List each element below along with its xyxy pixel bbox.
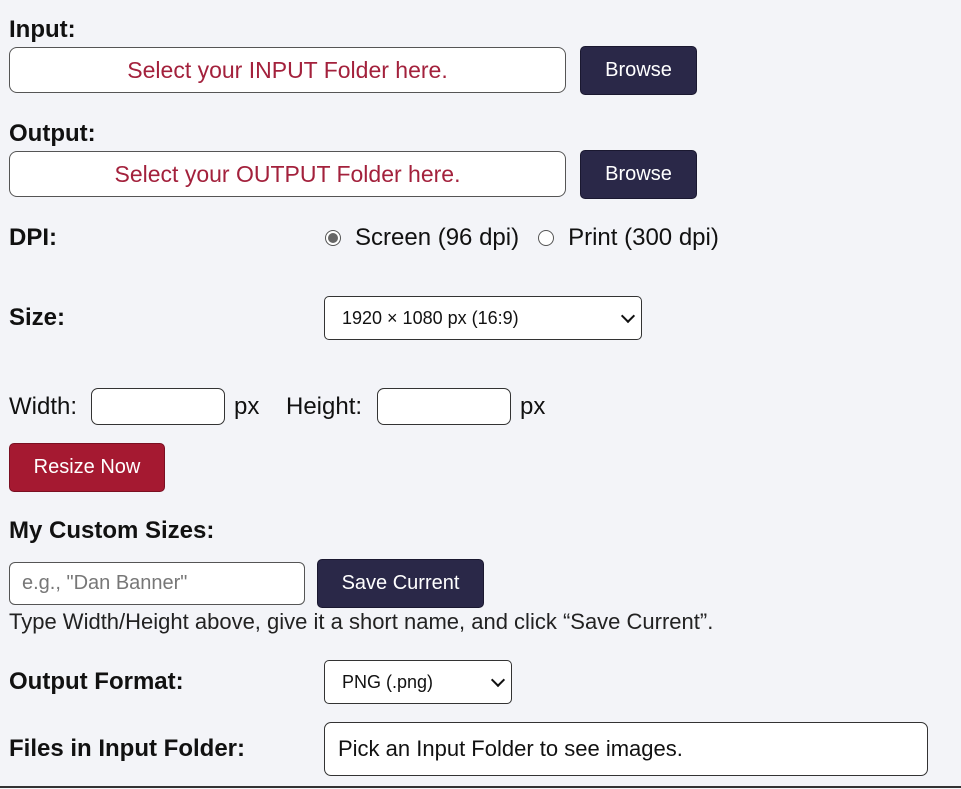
resize-now-button[interactable]: Resize Now xyxy=(9,443,165,492)
dpi-radio-group: Screen (96 dpi) Print (300 dpi) xyxy=(325,224,719,252)
width-input[interactable] xyxy=(91,388,225,425)
output-format-value: PNG (.png) xyxy=(342,671,434,692)
dpi-label: DPI: xyxy=(9,224,57,251)
files-label: Files in Input Folder: xyxy=(9,735,245,762)
width-label: Width: xyxy=(9,393,78,420)
input-browse-button[interactable]: Browse xyxy=(580,46,697,95)
custom-sizes-label: My Custom Sizes: xyxy=(9,517,215,544)
size-select[interactable]: 1920 × 1080 px (16:9) xyxy=(324,296,642,340)
chevron-down-icon xyxy=(620,308,636,324)
save-current-button[interactable]: Save Current xyxy=(317,559,484,608)
height-input[interactable] xyxy=(377,388,511,425)
input-folder-field[interactable]: Select your INPUT Folder here. xyxy=(9,47,566,93)
output-format-label: Output Format: xyxy=(9,668,184,695)
files-empty-message: Pick an Input Folder to see images. xyxy=(338,736,683,761)
bottom-divider xyxy=(0,786,961,788)
dpi-print-radio[interactable] xyxy=(538,230,555,246)
dpi-screen-label[interactable]: Screen (96 dpi) xyxy=(355,224,519,252)
height-label: Height: xyxy=(286,393,363,420)
custom-sizes-hint: Type Width/Height above, give it a short… xyxy=(9,609,714,634)
output-format-select[interactable]: PNG (.png) xyxy=(324,660,512,704)
output-label: Output: xyxy=(9,120,96,147)
files-list: Pick an Input Folder to see images. xyxy=(324,722,928,776)
output-folder-field[interactable]: Select your OUTPUT Folder here. xyxy=(9,151,566,197)
output-folder-placeholder: Select your OUTPUT Folder here. xyxy=(114,160,461,187)
height-unit: px xyxy=(520,393,546,420)
input-folder-placeholder: Select your INPUT Folder here. xyxy=(127,56,448,83)
size-label: Size: xyxy=(9,304,66,331)
dpi-screen-radio[interactable] xyxy=(325,230,341,246)
dpi-print-label[interactable]: Print (300 dpi) xyxy=(568,224,719,252)
size-select-value: 1920 × 1080 px (16:9) xyxy=(342,307,519,328)
output-browse-button[interactable]: Browse xyxy=(580,150,697,199)
width-unit: px xyxy=(234,393,260,420)
input-label: Input: xyxy=(9,16,76,43)
chevron-down-icon xyxy=(490,672,506,688)
custom-size-name-input[interactable] xyxy=(9,562,305,605)
